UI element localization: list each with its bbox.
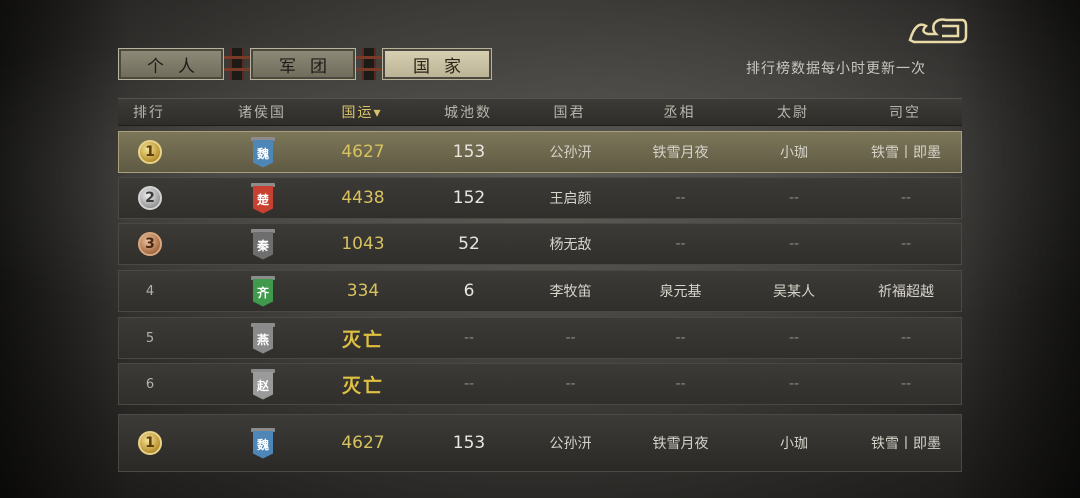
city-count: 152 bbox=[452, 188, 486, 208]
chancellor-name: -- bbox=[675, 190, 686, 206]
header-state[interactable]: 诸侯国 bbox=[222, 99, 302, 125]
rank-number: 4 bbox=[145, 283, 155, 299]
rank-number: 5 bbox=[145, 330, 155, 346]
taiwei-name: 吴某人 bbox=[773, 284, 815, 300]
state-flag-icon: 赵 bbox=[253, 371, 273, 400]
update-notice: 排行榜数据每小时更新一次 bbox=[746, 61, 926, 77]
rank-medal-bronze: 3 bbox=[138, 232, 162, 256]
rank-medal-silver: 2 bbox=[138, 186, 162, 210]
luck-value: 334 bbox=[346, 281, 380, 301]
taiwei-name: -- bbox=[788, 236, 800, 252]
rank-number: 6 bbox=[145, 376, 155, 392]
chancellor-name: 铁雪月夜 bbox=[652, 436, 709, 452]
taiwei-name: 小珈 bbox=[780, 145, 808, 161]
chancellor-name: -- bbox=[675, 376, 686, 392]
table-row[interactable]: 1 魏 4627 153 公孙汧 铁雪月夜 小珈 铁雪丨即墨 bbox=[118, 131, 962, 173]
tab-legion[interactable]: 军团 bbox=[250, 48, 356, 80]
city-count: -- bbox=[463, 330, 475, 346]
king-name: -- bbox=[565, 376, 576, 392]
back-button[interactable] bbox=[906, 10, 968, 46]
table-row[interactable]: 3 秦 1043 52 杨无敌 -- -- -- bbox=[118, 223, 962, 265]
king-name: 公孙汧 bbox=[549, 436, 592, 452]
luck-value: 灭亡 bbox=[341, 374, 384, 397]
chancellor-name: 泉元基 bbox=[659, 284, 702, 300]
header-taiwei[interactable]: 太尉 bbox=[738, 99, 848, 125]
city-count: -- bbox=[463, 376, 475, 392]
state-flag-icon: 楚 bbox=[253, 185, 273, 214]
city-count: 153 bbox=[452, 433, 486, 453]
city-count: 6 bbox=[463, 281, 475, 301]
sikong-name: 铁雪丨即墨 bbox=[871, 145, 941, 161]
sikong-name: 铁雪丨即墨 bbox=[871, 436, 941, 452]
header-king[interactable]: 国君 bbox=[518, 99, 621, 125]
chancellor-name: -- bbox=[675, 330, 686, 346]
king-name: 公孙汧 bbox=[549, 145, 592, 161]
taiwei-name: -- bbox=[788, 330, 800, 346]
city-count: 153 bbox=[452, 142, 486, 162]
header-chancellor[interactable]: 丞相 bbox=[621, 99, 738, 125]
back-arrow-icon bbox=[908, 18, 968, 44]
luck-value: 4438 bbox=[341, 188, 385, 208]
taiwei-name: -- bbox=[788, 376, 800, 392]
table-header: 排行 诸侯国 国运▾ 城池数 国君 丞相 太尉 司空 bbox=[118, 98, 962, 126]
table-row[interactable]: 5 燕 灭亡 -- -- -- -- -- bbox=[118, 317, 962, 359]
sikong-name: -- bbox=[900, 236, 912, 252]
state-flag-icon: 魏 bbox=[253, 430, 273, 459]
tab-personal[interactable]: 个人 bbox=[118, 48, 224, 80]
taiwei-name: -- bbox=[788, 190, 800, 206]
luck-value: 4627 bbox=[341, 433, 385, 453]
ranking-tabs: 个人 军团 国家 bbox=[118, 46, 492, 82]
table-row[interactable]: 6 赵 灭亡 -- -- -- -- -- bbox=[118, 363, 962, 405]
king-name: 李牧笛 bbox=[549, 284, 592, 300]
header-luck[interactable]: 国运▾ bbox=[314, 99, 410, 125]
luck-value: 1043 bbox=[341, 234, 385, 254]
header-rank[interactable]: 排行 bbox=[118, 99, 180, 125]
state-flag-icon: 秦 bbox=[253, 231, 273, 260]
table-row[interactable]: 2 楚 4438 152 王启颜 -- -- -- bbox=[118, 177, 962, 219]
table-row[interactable]: 4 齐 334 6 李牧笛 泉元基 吴某人 祈福超越 bbox=[118, 270, 962, 312]
chancellor-name: -- bbox=[675, 236, 686, 252]
state-flag-icon: 齐 bbox=[253, 278, 273, 307]
header-cities[interactable]: 城池数 bbox=[418, 99, 518, 125]
sikong-name: -- bbox=[900, 376, 912, 392]
city-count: 52 bbox=[458, 234, 480, 254]
state-flag-icon: 魏 bbox=[253, 139, 273, 168]
state-flag-icon: 燕 bbox=[253, 325, 273, 354]
tab-separator bbox=[356, 46, 382, 82]
king-name: -- bbox=[565, 330, 576, 346]
header-sikong[interactable]: 司空 bbox=[848, 99, 962, 125]
king-name: 王启颜 bbox=[549, 191, 592, 207]
tab-separator bbox=[224, 46, 250, 82]
sikong-name: -- bbox=[900, 330, 912, 346]
king-name: 杨无敌 bbox=[549, 237, 592, 253]
sikong-name: 祈福超越 bbox=[878, 284, 934, 300]
tab-nation[interactable]: 国家 bbox=[382, 48, 492, 80]
rank-medal-gold: 1 bbox=[138, 431, 162, 455]
luck-value: 灭亡 bbox=[341, 328, 384, 351]
sikong-name: -- bbox=[900, 190, 912, 206]
chancellor-name: 铁雪月夜 bbox=[652, 145, 709, 161]
my-nation-row[interactable]: 1 魏 4627 153 公孙汧 铁雪月夜 小珈 铁雪丨即墨 bbox=[118, 414, 962, 472]
luck-value: 4627 bbox=[341, 142, 385, 162]
rank-medal-gold: 1 bbox=[138, 140, 162, 164]
taiwei-name: 小珈 bbox=[780, 436, 808, 452]
